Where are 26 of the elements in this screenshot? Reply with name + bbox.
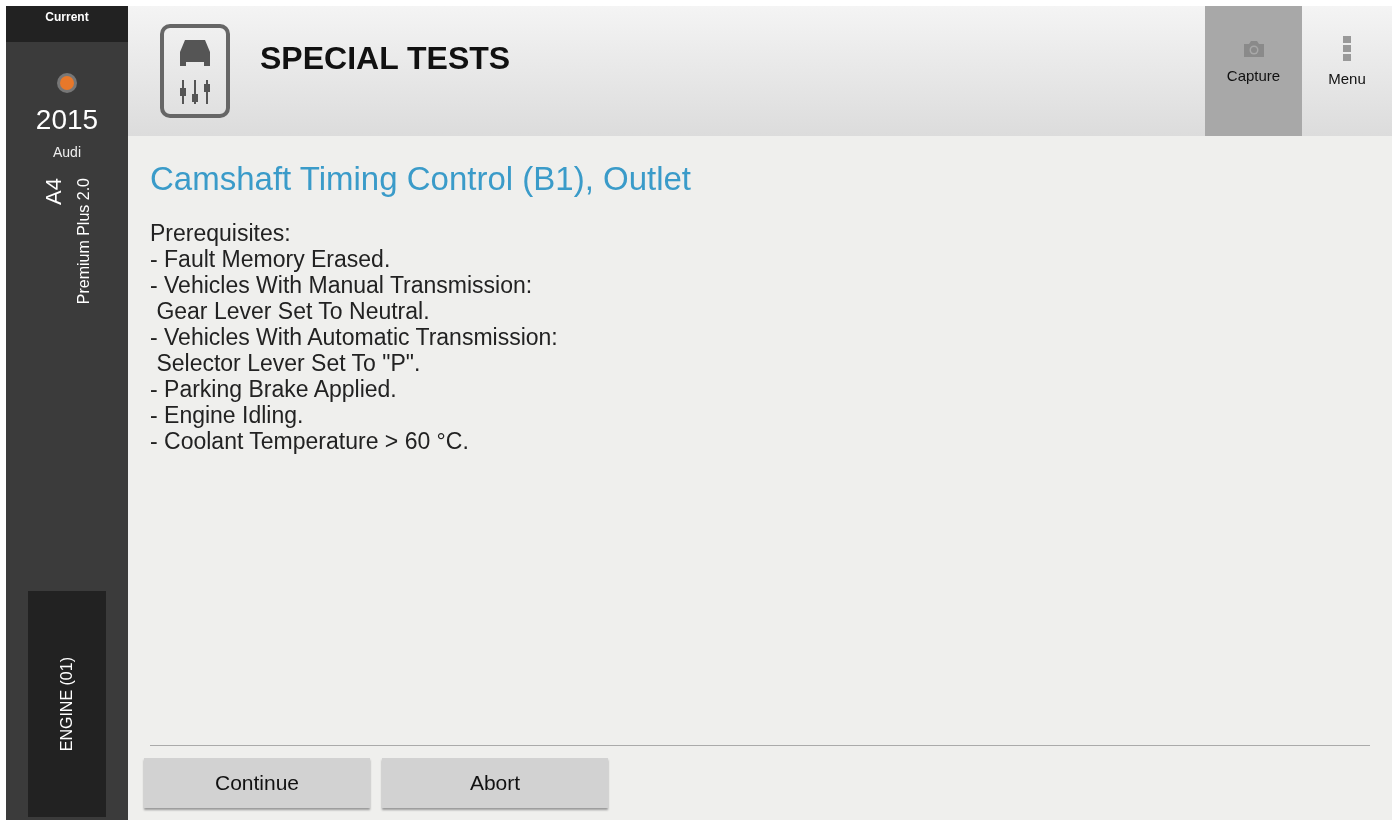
prerequisite-line: Prerequisites: — [150, 220, 292, 246]
module-label: ENGINE (01) — [58, 656, 76, 752]
camera-icon — [1241, 38, 1266, 59]
action-button[interactable]: Abort — [382, 758, 608, 808]
test-heading: Camshaft Timing Control (B1), Outlet — [150, 160, 693, 198]
current-tab[interactable]: Current — [6, 6, 128, 42]
vehicle-model: A4 — [41, 178, 67, 205]
status-dot — [60, 76, 74, 90]
menu-button[interactable]: Menu — [1302, 6, 1392, 136]
module-tab[interactable]: ENGINE (01) — [28, 591, 106, 817]
capture-button[interactable]: Capture — [1205, 6, 1302, 136]
car-sliders-icon — [160, 24, 230, 118]
menu-icon — [1343, 35, 1351, 62]
action-button[interactable]: Continue — [144, 758, 370, 808]
prerequisite-line: - Vehicles With Automatic Transmission: — [150, 324, 559, 350]
page-title: SPECIAL TESTS — [260, 39, 512, 77]
vehicle-trim: Premium Plus 2.0 — [75, 178, 93, 305]
prerequisite-line: - Fault Memory Erased. — [150, 246, 392, 272]
vehicle-make: Audi — [53, 144, 81, 160]
prerequisite-line: Gear Lever Set To Neutral. — [155, 298, 431, 324]
prerequisite-line: - Coolant Temperature > 60 °C. — [150, 428, 470, 454]
prerequisite-line: - Vehicles With Manual Transmission: — [150, 272, 534, 298]
prerequisite-line: - Parking Brake Applied. — [150, 376, 398, 402]
prerequisite-line: Selector Lever Set To "P". — [155, 350, 422, 376]
vehicle-year: 2015 — [35, 104, 99, 136]
prerequisite-line: - Engine Idling. — [150, 402, 305, 428]
